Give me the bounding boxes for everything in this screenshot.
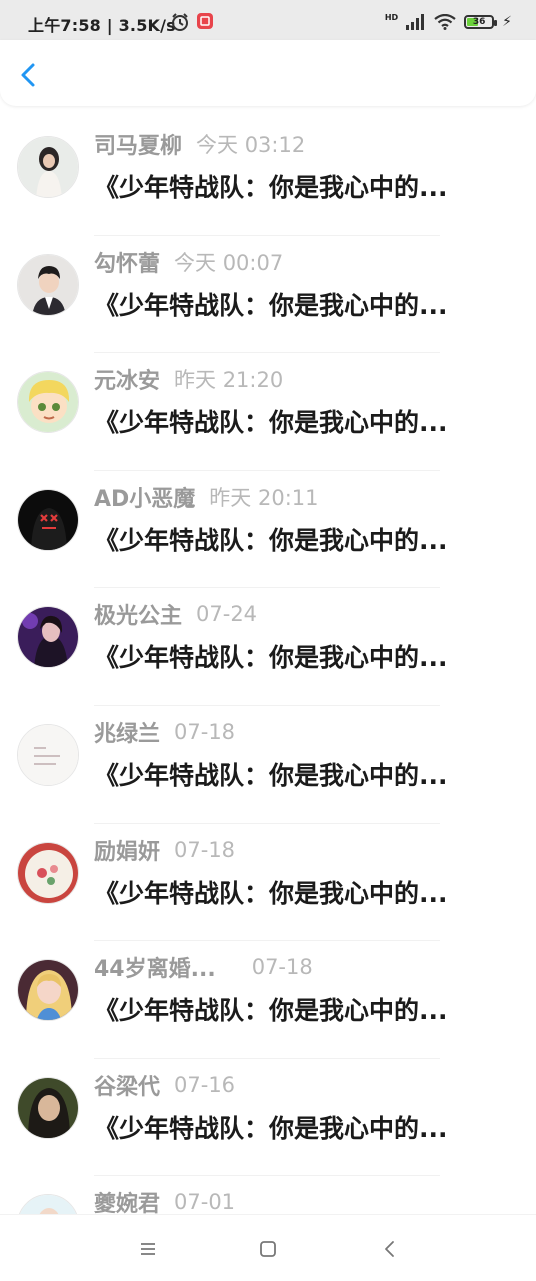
message-preview: 《少年特战队：你是我心中的...: [94, 1113, 448, 1143]
avatar-woman-white-dress[interactable]: [17, 136, 79, 198]
message-preview: 《少年特战队：你是我心中的...: [94, 996, 448, 1026]
back-triangle-icon[interactable]: [378, 1237, 402, 1261]
signal-icon: [406, 14, 425, 30]
avatar-cartoon-boy[interactable]: [17, 371, 79, 434]
message-time: 昨天 21:20: [174, 368, 284, 393]
avatar-text-card[interactable]: [17, 723, 79, 786]
avatar-partial[interactable]: [17, 1194, 79, 1214]
menu-icon[interactable]: [136, 1237, 160, 1261]
message-time: 07-18: [174, 719, 236, 744]
contact-name: 44岁离婚...: [94, 957, 216, 983]
message-time: 07-01: [174, 1190, 236, 1214]
message-time: 07-18: [174, 837, 236, 862]
contact-name: 勾怀蕾: [94, 251, 161, 277]
avatar-dark-mask[interactable]: [17, 488, 79, 551]
message-preview: 《少年特战队：你是我心中的...: [94, 290, 448, 320]
message-time: 昨天 20:11: [209, 485, 319, 510]
avatar-flower-plate[interactable]: [17, 841, 79, 904]
conversation-row[interactable]: AD小恶魔 昨天 20:11 《少年特战队：你是我心中的...: [0, 471, 536, 589]
contact-name: AD小恶魔: [94, 486, 196, 512]
message-preview: 《少年特战队：你是我心中的...: [94, 408, 448, 438]
contact-name: 夔婉君: [94, 1192, 161, 1214]
contact-name: 元冰安: [94, 369, 161, 395]
message-time: 07-16: [174, 1072, 236, 1097]
conversation-row[interactable]: 元冰安 昨天 21:20 《少年特战队：你是我心中的...: [0, 353, 536, 471]
contact-name: 司马夏柳: [94, 134, 183, 159]
conversation-row[interactable]: 勾怀蕾 今天 00:07 《少年特战队：你是我心中的...: [0, 236, 536, 354]
status-right-group: HD 36 ⚡: [385, 11, 512, 33]
conversation-row[interactable]: 夔婉君 07-01: [0, 1176, 536, 1214]
message-preview: 《少年特战队：你是我心中的...: [94, 173, 448, 202]
message-preview: 《少年特战队：你是我心中的...: [94, 643, 448, 673]
conversation-list: 司马夏柳 今天 03:12 《少年特战队：你是我心中的... 勾怀蕾 今天 00…: [0, 118, 536, 1214]
message-time: 07-18: [251, 955, 313, 980]
battery-level: 36: [472, 17, 486, 27]
avatar-woman-dark[interactable]: [17, 1076, 79, 1139]
system-nav-bar: [0, 1214, 536, 1281]
conversation-row[interactable]: 兆绿兰 07-18 《少年特战队：你是我心中的...: [0, 706, 536, 824]
message-time: 今天 03:12: [196, 133, 306, 157]
avatar-blonde-girl[interactable]: [17, 959, 79, 1022]
conversation-row[interactable]: 极光公主 07-24 《少年特战队：你是我心中的...: [0, 588, 536, 706]
conversation-row[interactable]: 44岁离婚... 07-18 《少年特战队：你是我心中的...: [0, 941, 536, 1059]
conversation-row[interactable]: 谷梁代 07-16 《少年特战队：你是我心中的...: [0, 1059, 536, 1177]
status-time-speed: 上午7:58 | 3.5K/s: [28, 16, 176, 35]
wifi-icon: [434, 14, 456, 30]
message-preview: 《少年特战队：你是我心中的...: [94, 760, 448, 790]
contact-name: 兆绿兰: [94, 721, 161, 747]
top-header: [0, 40, 536, 106]
status-bar: 上午7:58 | 3.5K/s HD 36 ⚡: [0, 0, 536, 44]
message-time: 07-24: [196, 602, 258, 627]
contact-name: 谷梁代: [94, 1074, 161, 1100]
network-type-label: HD: [384, 13, 399, 22]
app-notification-icon: [197, 13, 213, 29]
alarm-icon: [172, 13, 188, 31]
chevron-left-icon[interactable]: [14, 60, 44, 90]
battery-icon: 36: [464, 15, 498, 29]
contact-name: 极光公主: [94, 604, 183, 630]
avatar-boy-suit[interactable]: [17, 253, 79, 316]
conversation-row[interactable]: 励娟妍 07-18 《少年特战队：你是我心中的...: [0, 824, 536, 942]
charging-icon: ⚡: [502, 14, 512, 30]
avatar-purple-woman[interactable]: [17, 606, 79, 669]
contact-name: 励娟妍: [94, 839, 161, 865]
conversation-row[interactable]: 司马夏柳 今天 03:12 《少年特战队：你是我心中的...: [0, 118, 536, 236]
message-preview: 《少年特战队：你是我心中的...: [94, 525, 448, 555]
message-time: 今天 00:07: [174, 250, 284, 275]
message-preview: 《少年特战队：你是我心中的...: [94, 878, 448, 908]
home-square-icon[interactable]: [256, 1237, 280, 1261]
